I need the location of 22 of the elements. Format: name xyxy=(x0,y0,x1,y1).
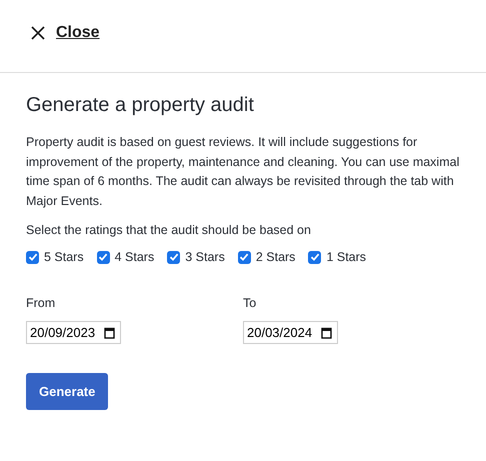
date-field[interactable]: 20/03/2024 xyxy=(243,321,338,344)
calendar-icon xyxy=(104,326,116,338)
close-icon xyxy=(30,25,46,41)
checkbox[interactable] xyxy=(96,250,110,264)
checkbox[interactable] xyxy=(167,250,180,264)
calendar-icon xyxy=(321,326,332,338)
date-label: To xyxy=(243,296,258,310)
checkbox-label: 5 Stars xyxy=(44,250,84,264)
description-text: Property audit is based on guest reviews. It will include suggestions for improvement of the property, maintenance and cleaning. You can use maximal time span of 6 months. The audit can always be revisited through the tab with Major Events. xyxy=(26,134,460,210)
checkbox[interactable] xyxy=(238,250,251,264)
generate-button[interactable]: Generate xyxy=(26,373,108,410)
ratings-prompt: Select the ratings that the audit should be based on xyxy=(26,223,312,237)
checkbox[interactable] xyxy=(26,250,39,264)
checkbox-label: 1 Stars xyxy=(326,250,366,264)
checkbox-label: 2 Stars xyxy=(256,250,296,264)
date-label: From xyxy=(26,296,56,310)
checkbox-label: 4 Stars xyxy=(114,250,154,264)
checkbox-label: 3 Stars xyxy=(185,250,225,264)
date-field[interactable]: 20/09/2023 xyxy=(26,321,122,344)
checkbox[interactable] xyxy=(308,250,322,264)
close-link[interactable]: Close xyxy=(30,24,100,42)
dialog-title: Generate a property audit xyxy=(26,94,255,117)
